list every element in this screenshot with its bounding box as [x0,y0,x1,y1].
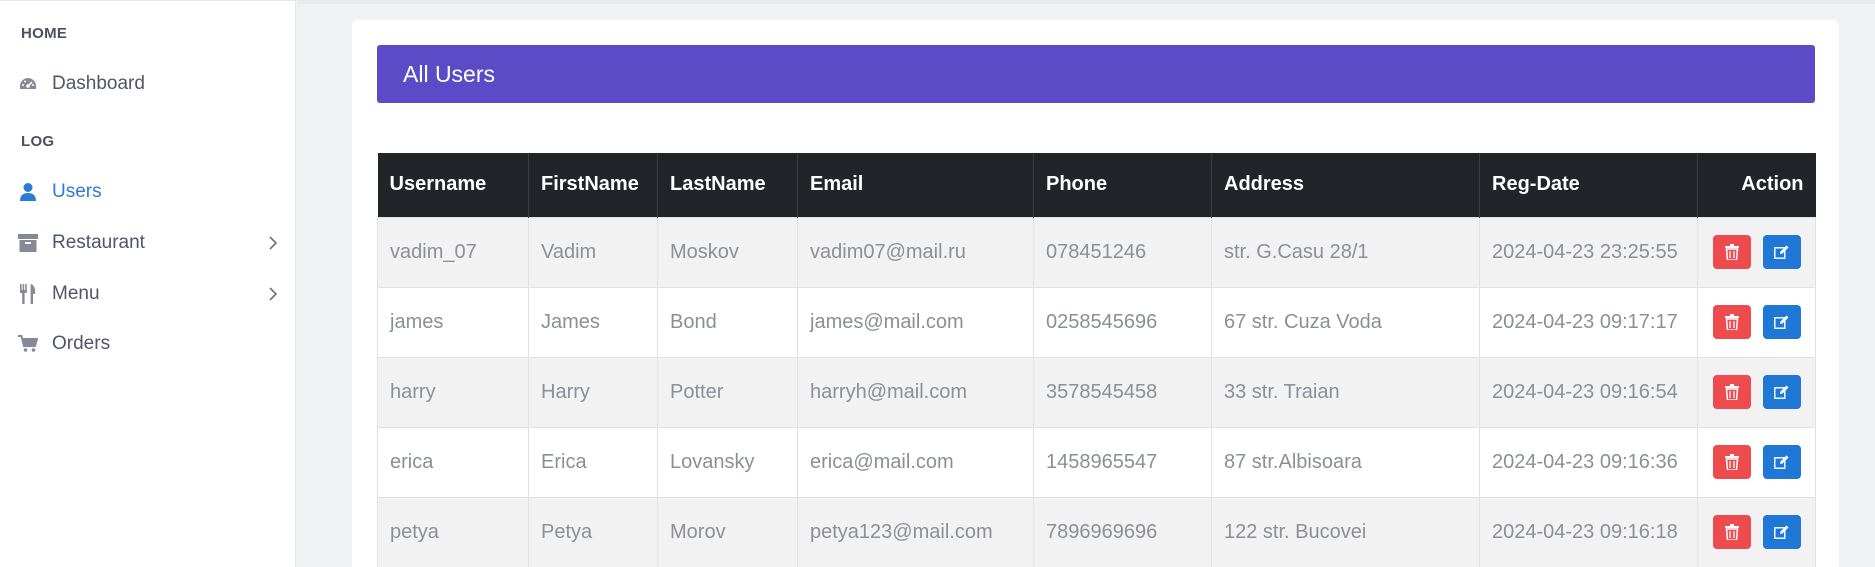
delete-button[interactable] [1712,305,1751,339]
column-header-username[interactable]: Username [377,153,529,217]
sidebar-item-dashboard[interactable]: Dashboard [0,64,296,104]
users-card: All Users Username FirstName LastName Em… [352,20,1839,567]
cell-address: 122 str. Bucovei [1211,496,1480,567]
table-row: harry Harry Potter harryh@mail.com 35785… [377,356,1816,428]
cell-username: james [377,286,529,358]
trash-icon [1724,524,1739,540]
chevron-right-icon [266,287,280,301]
cell-lastname: Moskov [657,216,798,288]
cell-phone: 078451246 [1033,216,1212,288]
top-strip [297,0,1875,4]
column-header-reg-date[interactable]: Reg-Date [1479,153,1698,217]
sidebar-item-menu[interactable]: Menu [0,274,296,314]
users-table: Username FirstName LastName Email Phone … [377,153,1816,567]
cell-actions [1697,286,1816,358]
cell-firstname: Erica [528,426,658,498]
cell-firstname: Vadim [528,216,658,288]
cell-email: petya123@mail.com [797,496,1034,567]
sidebar: HOME Dashboard LOG Users Restaurant Menu… [0,0,296,567]
cell-firstname: Petya [528,496,658,567]
cell-phone: 0258545696 [1033,286,1212,358]
archive-icon [17,232,39,254]
cell-email: erica@mail.com [797,426,1034,498]
cell-username: harry [377,356,529,428]
trash-icon [1724,384,1739,400]
cell-actions [1697,216,1816,288]
cell-phone: 3578545458 [1033,356,1212,428]
cart-icon [17,333,39,355]
edit-button[interactable] [1762,515,1801,549]
cell-username: vadim_07 [377,216,529,288]
cell-lastname: Morov [657,496,798,567]
edit-button[interactable] [1762,375,1801,409]
cell-address: str. G.Casu 28/1 [1211,216,1480,288]
cell-phone: 7896969696 [1033,496,1212,567]
edit-button[interactable] [1762,305,1801,339]
trash-icon [1724,244,1739,260]
column-header-lastname[interactable]: LastName [657,153,798,217]
cell-reg-date: 2024-04-23 09:16:18 [1479,496,1698,567]
delete-button[interactable] [1712,235,1751,269]
column-header-phone[interactable]: Phone [1033,153,1212,217]
sidebar-item-label: Menu [52,283,100,304]
edit-icon [1774,245,1789,259]
cell-lastname: Lovansky [657,426,798,498]
edit-icon [1774,455,1789,469]
card-title: All Users [377,45,1815,103]
sidebar-item-label: Orders [52,333,111,354]
table-row: petya Petya Morov petya123@mail.com 7896… [377,496,1816,567]
edit-button[interactable] [1762,445,1801,479]
cell-reg-date: 2024-04-23 23:25:55 [1479,216,1698,288]
cell-actions [1697,426,1816,498]
cell-firstname: Harry [528,356,658,428]
chevron-right-icon [266,236,280,250]
trash-icon [1724,314,1739,330]
cell-reg-date: 2024-04-23 09:16:36 [1479,426,1698,498]
delete-button[interactable] [1712,515,1751,549]
cell-email: james@mail.com [797,286,1034,358]
sidebar-item-label: Users [52,181,102,202]
cell-username: petya [377,496,529,567]
edit-icon [1774,315,1789,329]
sidebar-item-users[interactable]: Users [0,172,296,212]
cell-email: harryh@mail.com [797,356,1034,428]
column-header-address[interactable]: Address [1211,153,1480,217]
edit-icon [1774,525,1789,539]
cell-email: vadim07@mail.ru [797,216,1034,288]
column-header-firstname[interactable]: FirstName [528,153,658,217]
cell-username: erica [377,426,529,498]
edit-button[interactable] [1762,235,1801,269]
utensils-icon [17,283,39,305]
sidebar-section-home: HOME [21,25,68,42]
cell-lastname: Potter [657,356,798,428]
table-row: james James Bond james@mail.com 02585456… [377,286,1816,358]
sidebar-section-log: LOG [21,133,55,150]
table-header-row: Username FirstName LastName Email Phone … [377,153,1816,217]
cell-actions [1697,356,1816,428]
trash-icon [1724,454,1739,470]
column-header-action: Action [1697,153,1816,217]
cell-address: 67 str. Cuza Voda [1211,286,1480,358]
cell-reg-date: 2024-04-23 09:17:17 [1479,286,1698,358]
cell-lastname: Bond [657,286,798,358]
sidebar-item-label: Restaurant [52,232,145,253]
cell-address: 33 str. Traian [1211,356,1480,428]
sidebar-item-restaurant[interactable]: Restaurant [0,223,296,263]
user-icon [17,181,39,203]
table-row: erica Erica Lovansky erica@mail.com 1458… [377,426,1816,498]
column-header-email[interactable]: Email [797,153,1034,217]
dashboard-icon [17,73,39,95]
delete-button[interactable] [1712,375,1751,409]
cell-actions [1697,496,1816,567]
edit-icon [1774,385,1789,399]
delete-button[interactable] [1712,445,1751,479]
cell-firstname: James [528,286,658,358]
cell-phone: 1458965547 [1033,426,1212,498]
cell-reg-date: 2024-04-23 09:16:54 [1479,356,1698,428]
table-row: vadim_07 Vadim Moskov vadim07@mail.ru 07… [377,216,1816,288]
sidebar-item-orders[interactable]: Orders [0,324,296,364]
cell-address: 87 str.Albisoara [1211,426,1480,498]
sidebar-item-label: Dashboard [52,73,145,94]
